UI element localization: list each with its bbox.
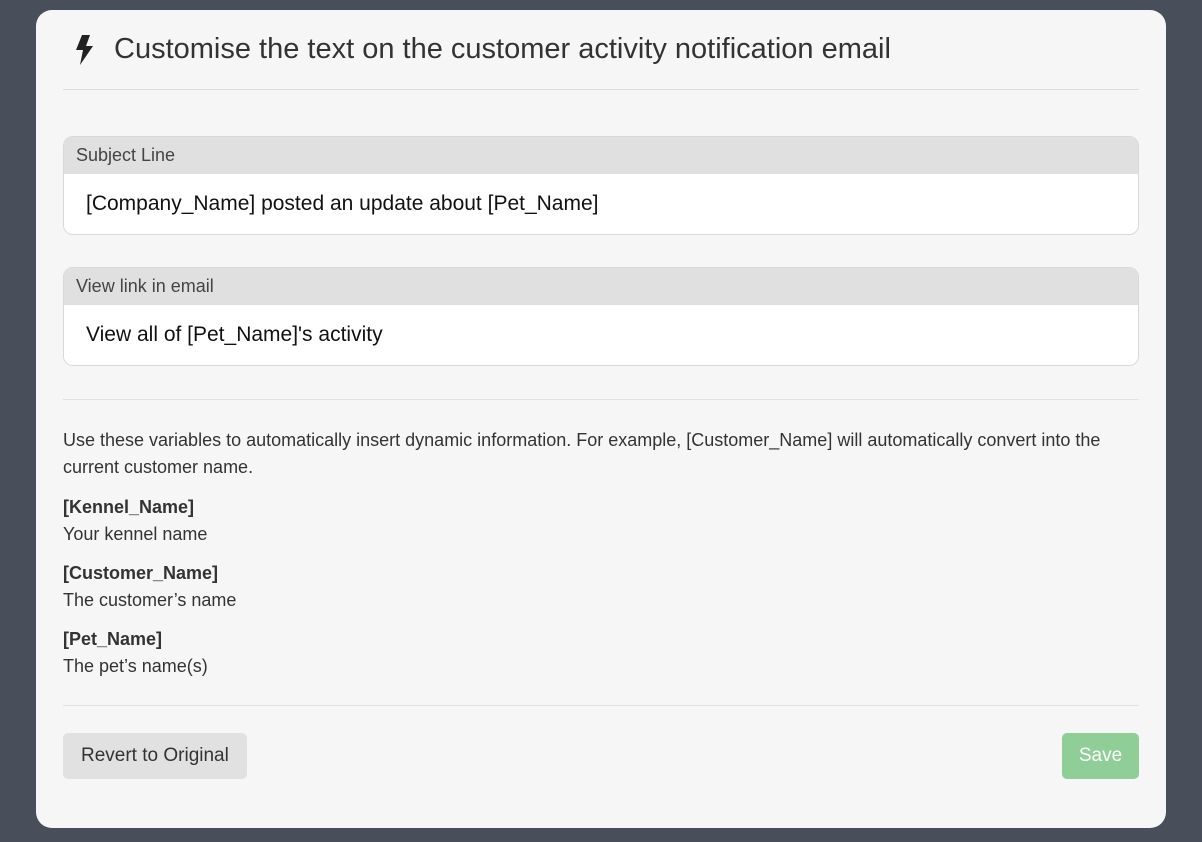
save-button[interactable]: Save [1062,733,1139,779]
subject-line-field: Subject Line [63,136,1139,235]
variable-description: The pet’s name(s) [63,656,208,676]
view-link-label: View link in email [64,268,1138,305]
variables-list: [Kennel_Name] Your kennel name [Customer… [63,494,1139,679]
variable-name: [Kennel_Name] [63,497,195,517]
variable-item: [Pet_Name] The pet’s name(s) [63,626,1139,679]
footer-divider [63,705,1139,706]
email-customisation-modal: Customise the text on the customer activ… [36,10,1166,828]
variable-item: [Customer_Name] The customer’s name [63,560,1139,613]
subject-line-label: Subject Line [64,137,1138,174]
modal-title: Customise the text on the customer activ… [114,33,891,65]
variable-description: The customer’s name [63,590,237,610]
variable-name: [Pet_Name] [63,629,163,649]
section-divider [63,399,1139,400]
subject-line-input[interactable] [64,174,1138,234]
variable-name: [Customer_Name] [63,563,219,583]
lightning-bolt-icon [75,34,97,66]
variable-description: Your kennel name [63,524,208,544]
view-link-input[interactable] [64,305,1138,365]
modal-header: Customise the text on the customer activ… [63,10,1139,90]
view-link-field: View link in email [63,267,1139,366]
revert-to-original-button[interactable]: Revert to Original [63,733,247,779]
variables-help-text: Use these variables to automatically ins… [63,430,1101,477]
modal-footer: Revert to Original Save [63,733,1139,779]
variable-item: [Kennel_Name] Your kennel name [63,494,1139,547]
